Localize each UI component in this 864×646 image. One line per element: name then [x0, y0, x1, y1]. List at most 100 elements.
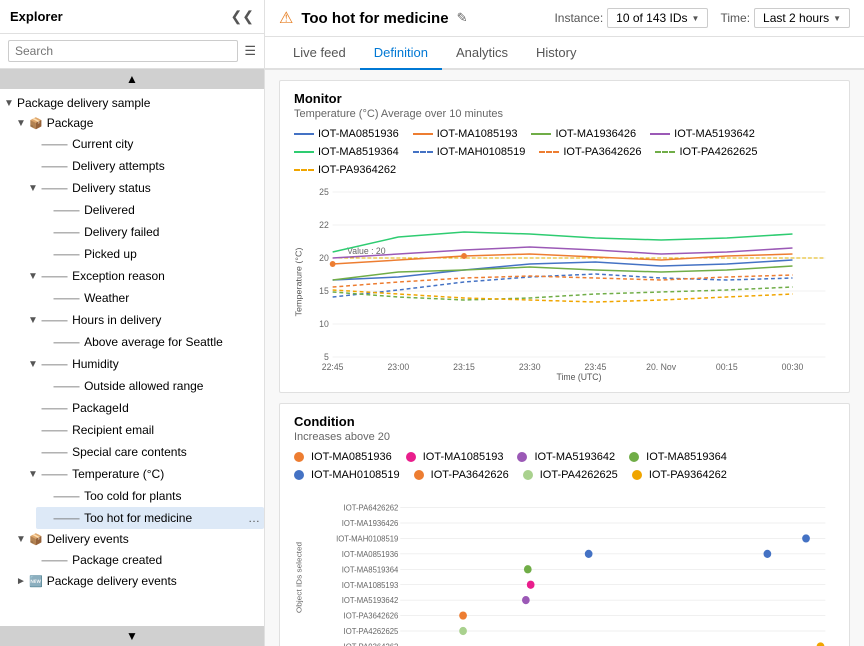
expand-icon: ▼ — [28, 183, 38, 194]
leaf-icon: ⸻ — [53, 334, 80, 350]
sidebar: Explorer ❮❮ ☰ ▲ ▼ Package delivery sampl… — [0, 0, 265, 646]
legend-label: IOT-PA9364262 — [649, 469, 727, 481]
leaf-icon: ⸻ — [53, 202, 80, 218]
sidebar-item-recipient-email[interactable]: ⸻ Recipient email — [24, 419, 264, 441]
condition-chart-svg: .caxis-text { font-size: 8px; fill: #666… — [294, 487, 835, 646]
sidebar-item-package-delivery-events[interactable]: ► 🆕 Package delivery events — [12, 571, 264, 591]
folder-icon: ⸻ — [41, 356, 68, 372]
legend-item: IOT-MA1085193 — [413, 128, 518, 140]
legend-item: IOT-PA3642626 — [539, 146, 641, 158]
legend-label: IOT-MAH0108519 — [437, 146, 526, 158]
main-content: ⚠ Too hot for medicine ✎ Instance: 10 of… — [265, 0, 864, 646]
scroll-up-button[interactable]: ▲ — [0, 69, 264, 89]
svg-text:IOT-PA9364262: IOT-PA9364262 — [344, 642, 399, 646]
sidebar-item-delivery-failed[interactable]: ⸻ Delivery failed — [36, 221, 264, 243]
expand-icon: ▼ — [16, 534, 26, 545]
sidebar-item-delivery-events[interactable]: ▼ 📦 Delivery events — [12, 529, 264, 549]
tab-history[interactable]: History — [522, 37, 590, 70]
scroll-down-button[interactable]: ▼ — [0, 626, 264, 646]
sidebar-item-current-city[interactable]: ⸻ Current city — [24, 133, 264, 155]
instance-value: 10 of 143 IDs — [616, 11, 687, 25]
tabs-bar: Live feed Definition Analytics History — [265, 37, 864, 70]
sidebar-item-label: Too hot for medicine — [84, 511, 248, 525]
legend-label: IOT-PA4262625 — [679, 146, 757, 158]
monitor-legend: IOT-MA0851936 IOT-MA1085193 IOT-MA193642… — [294, 128, 835, 176]
condition-subtitle: Increases above 20 — [294, 431, 835, 443]
alert-icon: ⚠ — [279, 8, 293, 28]
sidebar-item-picked-up[interactable]: ⸻ Picked up — [36, 243, 264, 265]
svg-text:IOT-MA1936426: IOT-MA1936426 — [342, 519, 399, 528]
folder-icon: ⸻ — [41, 268, 68, 284]
sidebar-item-delivery-attempts[interactable]: ⸻ Delivery attempts — [24, 155, 264, 177]
expand-icon — [40, 205, 50, 216]
svg-text:25: 25 — [319, 187, 329, 197]
instance-label: Instance: — [554, 11, 603, 25]
leaf-icon: ⸻ — [41, 136, 68, 152]
legend-label: IOT-MA5193642 — [534, 451, 615, 463]
sidebar-item-packageid[interactable]: ⸻ PackageId … — [24, 397, 264, 419]
page-title: Too hot for medicine — [301, 10, 448, 27]
tab-live-feed[interactable]: Live feed — [279, 37, 360, 70]
sidebar-item-special-care-contents[interactable]: ⸻ Special care contents … — [24, 441, 264, 463]
legend-item: IOT-MA0851936 — [294, 128, 399, 140]
svg-text:23:30: 23:30 — [519, 362, 541, 372]
sidebar-item-package-delivery-sample[interactable]: ▼ Package delivery sample — [0, 93, 264, 113]
svg-text:Temperature (°C): Temperature (°C) — [294, 247, 304, 316]
legend-color — [294, 169, 314, 171]
sidebar-item-label: Exception reason — [72, 269, 260, 283]
header-controls: Instance: 10 of 143 IDs ▼ Time: Last 2 h… — [554, 8, 850, 28]
instance-dropdown[interactable]: 10 of 143 IDs ▼ — [607, 8, 708, 28]
expand-icon — [40, 249, 50, 260]
legend-color — [650, 133, 670, 135]
expand-icon — [40, 381, 50, 392]
sidebar-item-hours-in-delivery[interactable]: ▼ ⸻ Hours in delivery — [24, 309, 264, 331]
monitor-subtitle: Temperature (°C) Average over 10 minutes — [294, 108, 835, 120]
sidebar-item-label: Delivery events — [47, 532, 260, 546]
main-body: Monitor Temperature (°C) Average over 10… — [265, 70, 864, 646]
condition-legend: IOT-MA0851936 IOT-MA1085193 IOT-MA519364… — [294, 451, 835, 481]
svg-text:IOT-MA1085193: IOT-MA1085193 — [342, 581, 399, 590]
legend-label: IOT-PA3642626 — [563, 146, 641, 158]
legend-label: IOT-MA1936426 — [555, 128, 636, 140]
sidebar-item-label: Package — [47, 116, 260, 130]
sidebar-item-too-hot-for-medicine[interactable]: ⸻ Too hot for medicine … — [36, 507, 264, 529]
time-label: Time: — [720, 11, 750, 25]
legend-color — [294, 133, 314, 135]
svg-text:Object IDs selected: Object IDs selected — [295, 542, 304, 613]
tab-definition[interactable]: Definition — [360, 37, 442, 70]
sidebar-item-too-cold-for-plants[interactable]: ⸻ Too cold for plants — [36, 485, 264, 507]
sidebar-item-package-created[interactable]: ⸻ Package created — [24, 549, 264, 571]
folder-icon: ⸻ — [41, 180, 68, 196]
context-menu-icon[interactable]: … — [248, 511, 260, 525]
tab-analytics[interactable]: Analytics — [442, 37, 522, 70]
leaf-icon: ⸻ — [41, 400, 68, 416]
legend-item: IOT-MA8519364 — [294, 146, 399, 158]
time-dropdown[interactable]: Last 2 hours ▼ — [754, 8, 850, 28]
sidebar-item-exception-reason[interactable]: ▼ ⸻ Exception reason — [24, 265, 264, 287]
leaf-icon: ⸻ — [41, 552, 68, 568]
legend-label: IOT-PA3642626 — [431, 469, 509, 481]
sidebar-item-humidity[interactable]: ▼ ⸻ Humidity … — [24, 353, 264, 375]
sidebar-item-package[interactable]: ▼ 📦 Package — [12, 113, 264, 133]
folder-icon: ⸻ — [41, 312, 68, 328]
package-icon: 📦 — [29, 117, 43, 130]
legend-label: IOT-PA9364262 — [318, 164, 396, 176]
leaf-icon: ⸻ — [41, 444, 68, 460]
sidebar-item-temperature[interactable]: ▼ ⸻ Temperature (°C) — [24, 463, 264, 485]
sidebar-item-above-average-seattle[interactable]: ⸻ Above average for Seattle — [36, 331, 264, 353]
collapse-button[interactable]: ❮❮ — [231, 8, 254, 25]
sidebar-item-delivered[interactable]: ⸻ Delivered — [36, 199, 264, 221]
search-input[interactable] — [8, 40, 238, 62]
sidebar-item-weather[interactable]: ⸻ Weather … — [36, 287, 264, 309]
edit-icon[interactable]: ✎ — [457, 10, 468, 26]
legend-label: IOT-PA4262625 — [540, 469, 618, 481]
expand-icon — [40, 513, 50, 524]
filter-icon[interactable]: ☰ — [244, 43, 256, 59]
sidebar-item-outside-allowed-range[interactable]: ⸻ Outside allowed range — [36, 375, 264, 397]
legend-item: IOT-MAH0108519 — [413, 146, 526, 158]
expand-icon — [28, 403, 38, 414]
sidebar-item-delivery-status[interactable]: ▼ ⸻ Delivery status — [24, 177, 264, 199]
leaf-icon: ⸻ — [41, 158, 68, 174]
leaf-icon: ⸻ — [53, 224, 80, 240]
svg-text:00:15: 00:15 — [716, 362, 738, 372]
